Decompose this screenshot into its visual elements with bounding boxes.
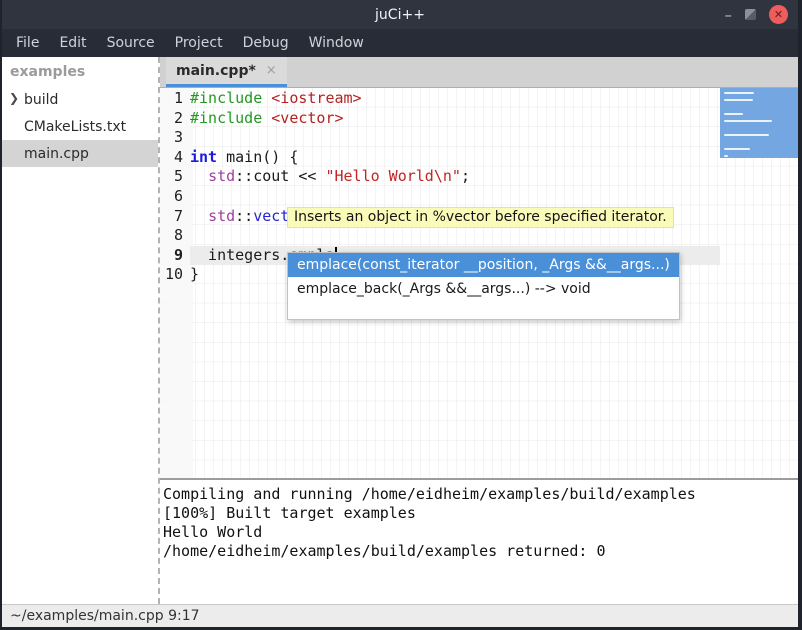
sidebar-item-build[interactable]: ❯ build xyxy=(2,86,158,113)
terminal-line: Compiling and running /home/eidheim/exam… xyxy=(163,485,798,504)
code-editor[interactable]: 1#include <iostream>2#include <vector>34… xyxy=(160,88,798,480)
minimap-line xyxy=(724,92,754,94)
sidebar-item-label: build xyxy=(24,92,58,108)
code-segment: main() { xyxy=(217,148,298,166)
code-text: #include <vector> xyxy=(190,109,720,129)
code-segment: std xyxy=(208,207,235,225)
menu-item-project[interactable]: Project xyxy=(165,31,233,55)
line-number: 4 xyxy=(160,148,186,168)
content-area: examples ❯ build CMakeLists.txt main.cpp ma… xyxy=(2,57,798,604)
file-tree-sidebar: examples ❯ build CMakeLists.txt main.cpp xyxy=(2,57,160,604)
line-number: 10 xyxy=(160,265,186,285)
code-line[interactable]: 2#include <vector> xyxy=(160,109,798,129)
autocomplete-popup: emplace(const_iterator __position, _Args… xyxy=(287,252,680,320)
line-number: 9 xyxy=(160,246,186,266)
menu-item-file[interactable]: File xyxy=(6,31,49,55)
tab-bar: main.cpp* × xyxy=(160,57,798,88)
tab-close-icon[interactable]: × xyxy=(266,63,277,78)
menu-item-source[interactable]: Source xyxy=(97,31,165,55)
code-segment: ::cout << xyxy=(235,167,325,185)
code-text xyxy=(190,128,720,148)
code-text: #include <iostream> xyxy=(190,89,720,109)
code-line[interactable]: 4int main() { xyxy=(160,148,798,168)
code-segment: ; xyxy=(461,167,470,185)
code-segment: #include xyxy=(190,89,262,107)
minimize-button-icon[interactable]: – xyxy=(725,10,733,20)
terminal-line: /home/eidheim/examples/build/examples re… xyxy=(163,542,798,561)
line-number: 3 xyxy=(160,128,186,148)
minimap-line xyxy=(724,99,753,101)
line-number: 1 xyxy=(160,89,186,109)
main-column: main.cpp*× 1#include <iostream>2#include… xyxy=(160,57,798,604)
line-number: 6 xyxy=(160,187,186,207)
menu-item-debug[interactable]: Debug xyxy=(233,31,299,55)
build-output-terminal[interactable]: Compiling and running /home/eidheim/exam… xyxy=(160,480,798,604)
code-segment: <iostream> xyxy=(271,89,361,107)
minimap-line xyxy=(724,120,772,122)
minimap-line xyxy=(724,148,750,150)
code-text: int main() { xyxy=(190,148,720,168)
code-segment: #include xyxy=(190,109,262,127)
close-button-icon[interactable]: ✕ xyxy=(769,5,788,24)
code-segment xyxy=(190,207,208,225)
code-segment xyxy=(262,109,271,127)
code-line[interactable]: 1#include <iostream> xyxy=(160,89,798,109)
code-line[interactable]: 6 xyxy=(160,187,798,207)
code-text: std::cout << "Hello World\n"; xyxy=(190,167,720,187)
line-number: 8 xyxy=(160,226,186,246)
sidebar-item-cmakelists.txt[interactable]: CMakeLists.txt xyxy=(2,113,158,140)
restore-button-icon[interactable] xyxy=(745,9,756,20)
minimap-line xyxy=(724,113,743,115)
line-number: 7 xyxy=(160,207,186,227)
code-segment: <vector> xyxy=(271,109,343,127)
doc-tooltip: Inserts an object in %vector before spec… xyxy=(287,207,674,228)
menubar: FileEditSourceProjectDebugWindow xyxy=(2,29,798,57)
status-bar: ~/examples/main.cpp 9:17 xyxy=(2,604,798,627)
code-segment: "Hello World\n" xyxy=(325,167,460,185)
window-controls: – ✕ xyxy=(725,5,799,24)
tab-maincpp[interactable]: main.cpp* × xyxy=(166,57,287,87)
tab-label: main.cpp* xyxy=(176,63,256,79)
sidebar-item-label: CMakeLists.txt xyxy=(24,119,126,135)
terminal-line: Hello World xyxy=(163,523,798,542)
minimap-line xyxy=(724,155,728,157)
code-segment xyxy=(190,167,208,185)
code-segment: int xyxy=(190,148,217,166)
status-file-position: ~/examples/main.cpp 9:17 xyxy=(10,608,200,624)
code-line[interactable]: 5 std::cout << "Hello World\n"; xyxy=(160,167,798,187)
menu-item-window[interactable]: Window xyxy=(299,31,374,55)
window-title: juCi++ xyxy=(2,7,798,23)
app-window: juCi++ – ✕ FileEditSourceProjectDebugWin… xyxy=(0,0,802,630)
code-line[interactable]: 8 xyxy=(160,226,798,246)
project-name-header: examples xyxy=(2,57,158,86)
code-segment: :: xyxy=(235,207,253,225)
code-segment xyxy=(262,89,271,107)
code-text xyxy=(190,187,720,207)
terminal-line: [100%] Built target examples xyxy=(163,504,798,523)
titlebar[interactable]: juCi++ – ✕ xyxy=(2,0,798,29)
code-segment: std xyxy=(208,167,235,185)
code-text xyxy=(190,226,720,246)
sidebar-item-label: main.cpp xyxy=(24,146,89,162)
sidebar-item-main.cpp[interactable]: main.cpp xyxy=(2,140,158,167)
minimap-line xyxy=(724,134,769,136)
file-tree: ❯ build CMakeLists.txt main.cpp xyxy=(2,86,158,167)
chevron-right-icon[interactable]: ❯ xyxy=(9,91,19,105)
completion-item[interactable]: emplace_back(_Args &&__args...) --> void xyxy=(288,277,679,301)
menu-item-edit[interactable]: Edit xyxy=(49,31,96,55)
code-segment: } xyxy=(190,265,199,283)
code-line[interactable]: 3 xyxy=(160,128,798,148)
line-number: 5 xyxy=(160,167,186,187)
completion-item[interactable]: emplace(const_iterator __position, _Args… xyxy=(288,253,679,277)
line-number: 2 xyxy=(160,109,186,129)
source-overview-minimap[interactable] xyxy=(720,88,798,158)
